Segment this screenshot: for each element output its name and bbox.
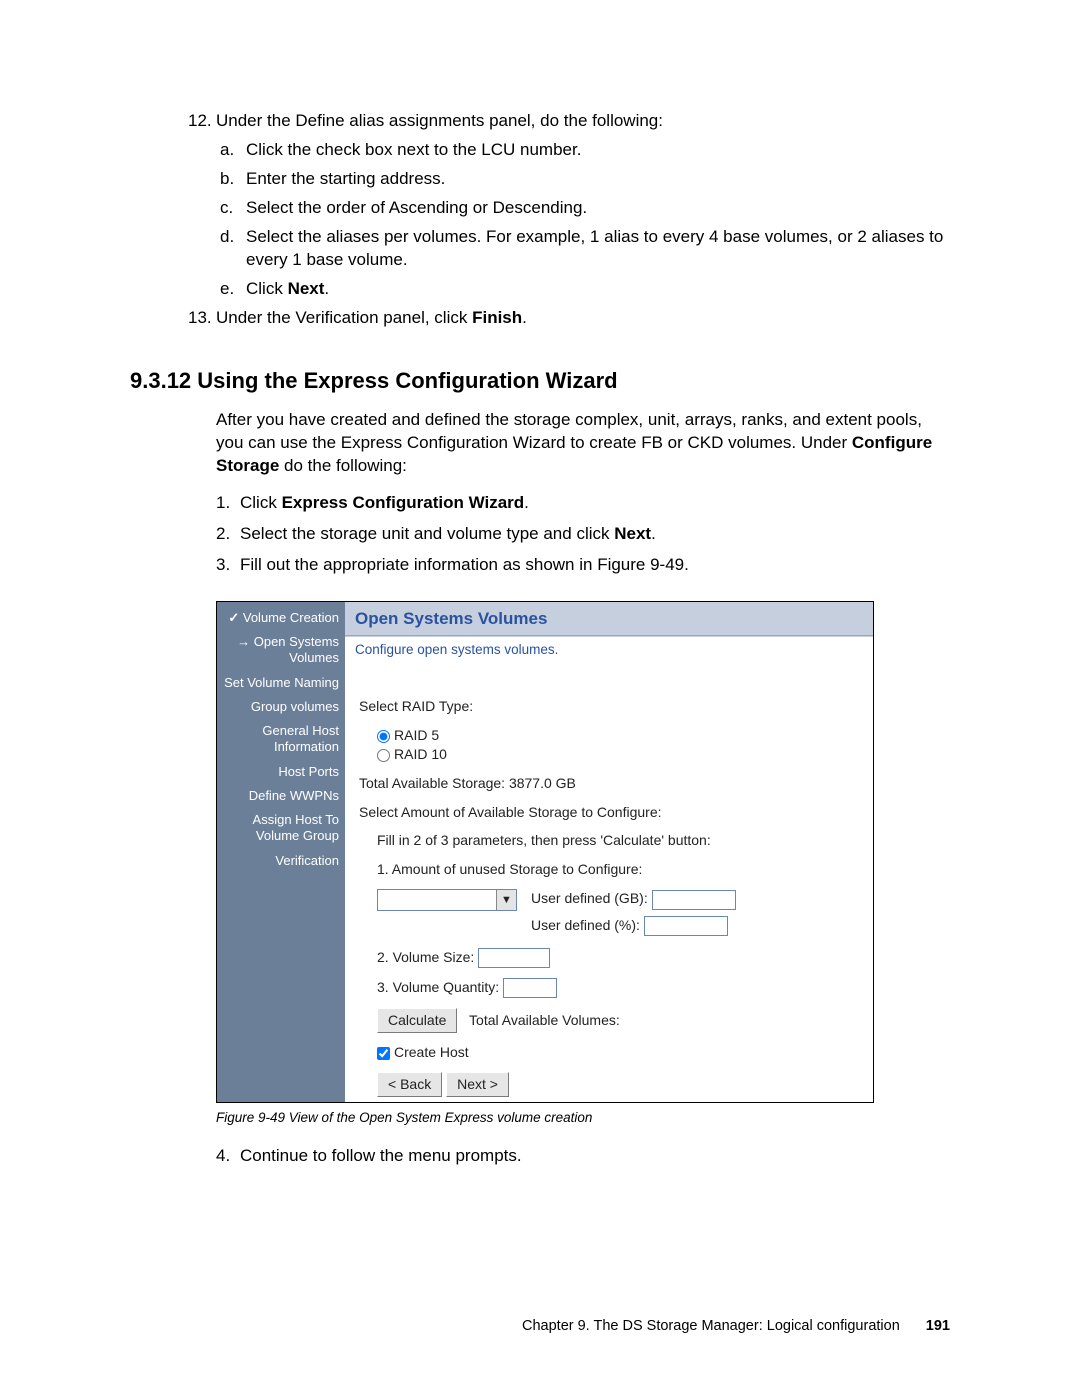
step-12-num: 12. xyxy=(188,110,216,133)
step-12-text: Under the Define alias assignments panel… xyxy=(216,110,663,133)
step-12a-text: Click the check box next to the LCU numb… xyxy=(246,139,581,162)
user-defined-pct-input[interactable] xyxy=(644,916,728,936)
step-12b-text: Enter the starting address. xyxy=(246,168,445,191)
user-defined-pct-label: User defined (%): xyxy=(531,917,640,933)
step-13: 13. Under the Verification panel, click … xyxy=(188,307,950,330)
user-defined-gb-input[interactable] xyxy=(652,890,736,910)
sidebar-step-general-host-info: General Host Information xyxy=(223,723,339,756)
step-13-num: 13. xyxy=(188,307,216,330)
raid-type-label: Select RAID Type: xyxy=(359,697,859,716)
step-4-text: Continue to follow the menu prompts. xyxy=(240,1145,522,1168)
figure-9-49: Volume Creation Open Systems Volumes Set… xyxy=(216,601,874,1103)
step-12c-num: c. xyxy=(220,197,246,220)
section-heading: 9.3.12 Using the Express Configuration W… xyxy=(130,366,950,396)
step-12e-text: Click Next. xyxy=(246,278,329,301)
user-defined-gb-label: User defined (GB): xyxy=(531,890,648,906)
step-1-text: Click Express Configuration Wizard. xyxy=(240,492,529,515)
volume-quantity-input[interactable] xyxy=(503,978,557,998)
step-12b-num: b. xyxy=(220,168,246,191)
sidebar-step-volume-creation: Volume Creation xyxy=(223,610,339,626)
back-button[interactable]: < Back xyxy=(377,1072,442,1097)
sidebar-step-group-volumes: Group volumes xyxy=(223,699,339,715)
unused-storage-select[interactable]: ▼ xyxy=(377,889,517,911)
create-host-option[interactable]: Create Host xyxy=(377,1043,859,1062)
param-3-label: 3. Volume Quantity: xyxy=(377,979,499,995)
page-footer: Chapter 9. The DS Storage Manager: Logic… xyxy=(522,1317,950,1337)
next-button[interactable]: Next > xyxy=(446,1072,509,1097)
raid-5-radio[interactable] xyxy=(377,730,390,743)
sidebar-step-host-ports: Host Ports xyxy=(223,764,339,780)
footer-page-number: 191 xyxy=(926,1318,950,1334)
create-host-checkbox[interactable] xyxy=(377,1047,390,1060)
sidebar-step-verification: Verification xyxy=(223,853,339,869)
total-volumes-label: Total Available Volumes: xyxy=(469,1012,620,1028)
step-2-text: Select the storage unit and volume type … xyxy=(240,523,656,546)
wizard-subtitle: Configure open systems volumes. xyxy=(345,636,873,665)
sidebar-step-define-wwpns: Define WWPNs xyxy=(223,788,339,804)
intro-paragraph: After you have created and defined the s… xyxy=(216,409,950,478)
sidebar-step-open-systems-volumes: Open Systems Volumes xyxy=(223,634,339,667)
sidebar-step-set-volume-naming: Set Volume Naming xyxy=(223,675,339,691)
sidebar-step-assign-host: Assign Host To Volume Group xyxy=(223,812,339,845)
step-12a-num: a. xyxy=(220,139,246,162)
step-12: 12. Under the Define alias assignments p… xyxy=(188,110,950,301)
param-1-label: 1. Amount of unused Storage to Configure… xyxy=(377,860,859,879)
raid-5-option[interactable]: RAID 5 xyxy=(377,726,859,745)
step-12e-num: e. xyxy=(220,278,246,301)
fill-hint-label: Fill in 2 of 3 parameters, then press 'C… xyxy=(377,831,859,850)
wizard-title: Open Systems Volumes xyxy=(345,602,873,635)
param-2-label: 2. Volume Size: xyxy=(377,949,474,965)
raid-10-option[interactable]: RAID 10 xyxy=(377,745,859,764)
step-12d-num: d. xyxy=(220,226,246,272)
wizard-sidebar: Volume Creation Open Systems Volumes Set… xyxy=(217,602,345,1102)
step-4: 4. Continue to follow the menu prompts. xyxy=(216,1145,950,1168)
step-12c-text: Select the order of Ascending or Descend… xyxy=(246,197,587,220)
step-13-text: Under the Verification panel, click Fini… xyxy=(216,307,527,330)
step-12d-text: Select the aliases per volumes. For exam… xyxy=(246,226,950,272)
chevron-down-icon[interactable]: ▼ xyxy=(496,890,516,910)
footer-chapter: Chapter 9. The DS Storage Manager: Logic… xyxy=(522,1318,900,1334)
raid-10-radio[interactable] xyxy=(377,749,390,762)
select-amount-label: Select Amount of Available Storage to Co… xyxy=(359,803,859,822)
figure-caption: Figure 9-49 View of the Open System Expr… xyxy=(216,1109,950,1127)
total-storage-label: Total Available Storage: 3877.0 GB xyxy=(359,774,859,793)
calculate-button[interactable]: Calculate xyxy=(377,1008,457,1033)
step-3-text: Fill out the appropriate information as … xyxy=(240,554,689,577)
steps-list: 1. Click Express Configuration Wizard. 2… xyxy=(216,492,950,577)
volume-size-input[interactable] xyxy=(478,948,550,968)
